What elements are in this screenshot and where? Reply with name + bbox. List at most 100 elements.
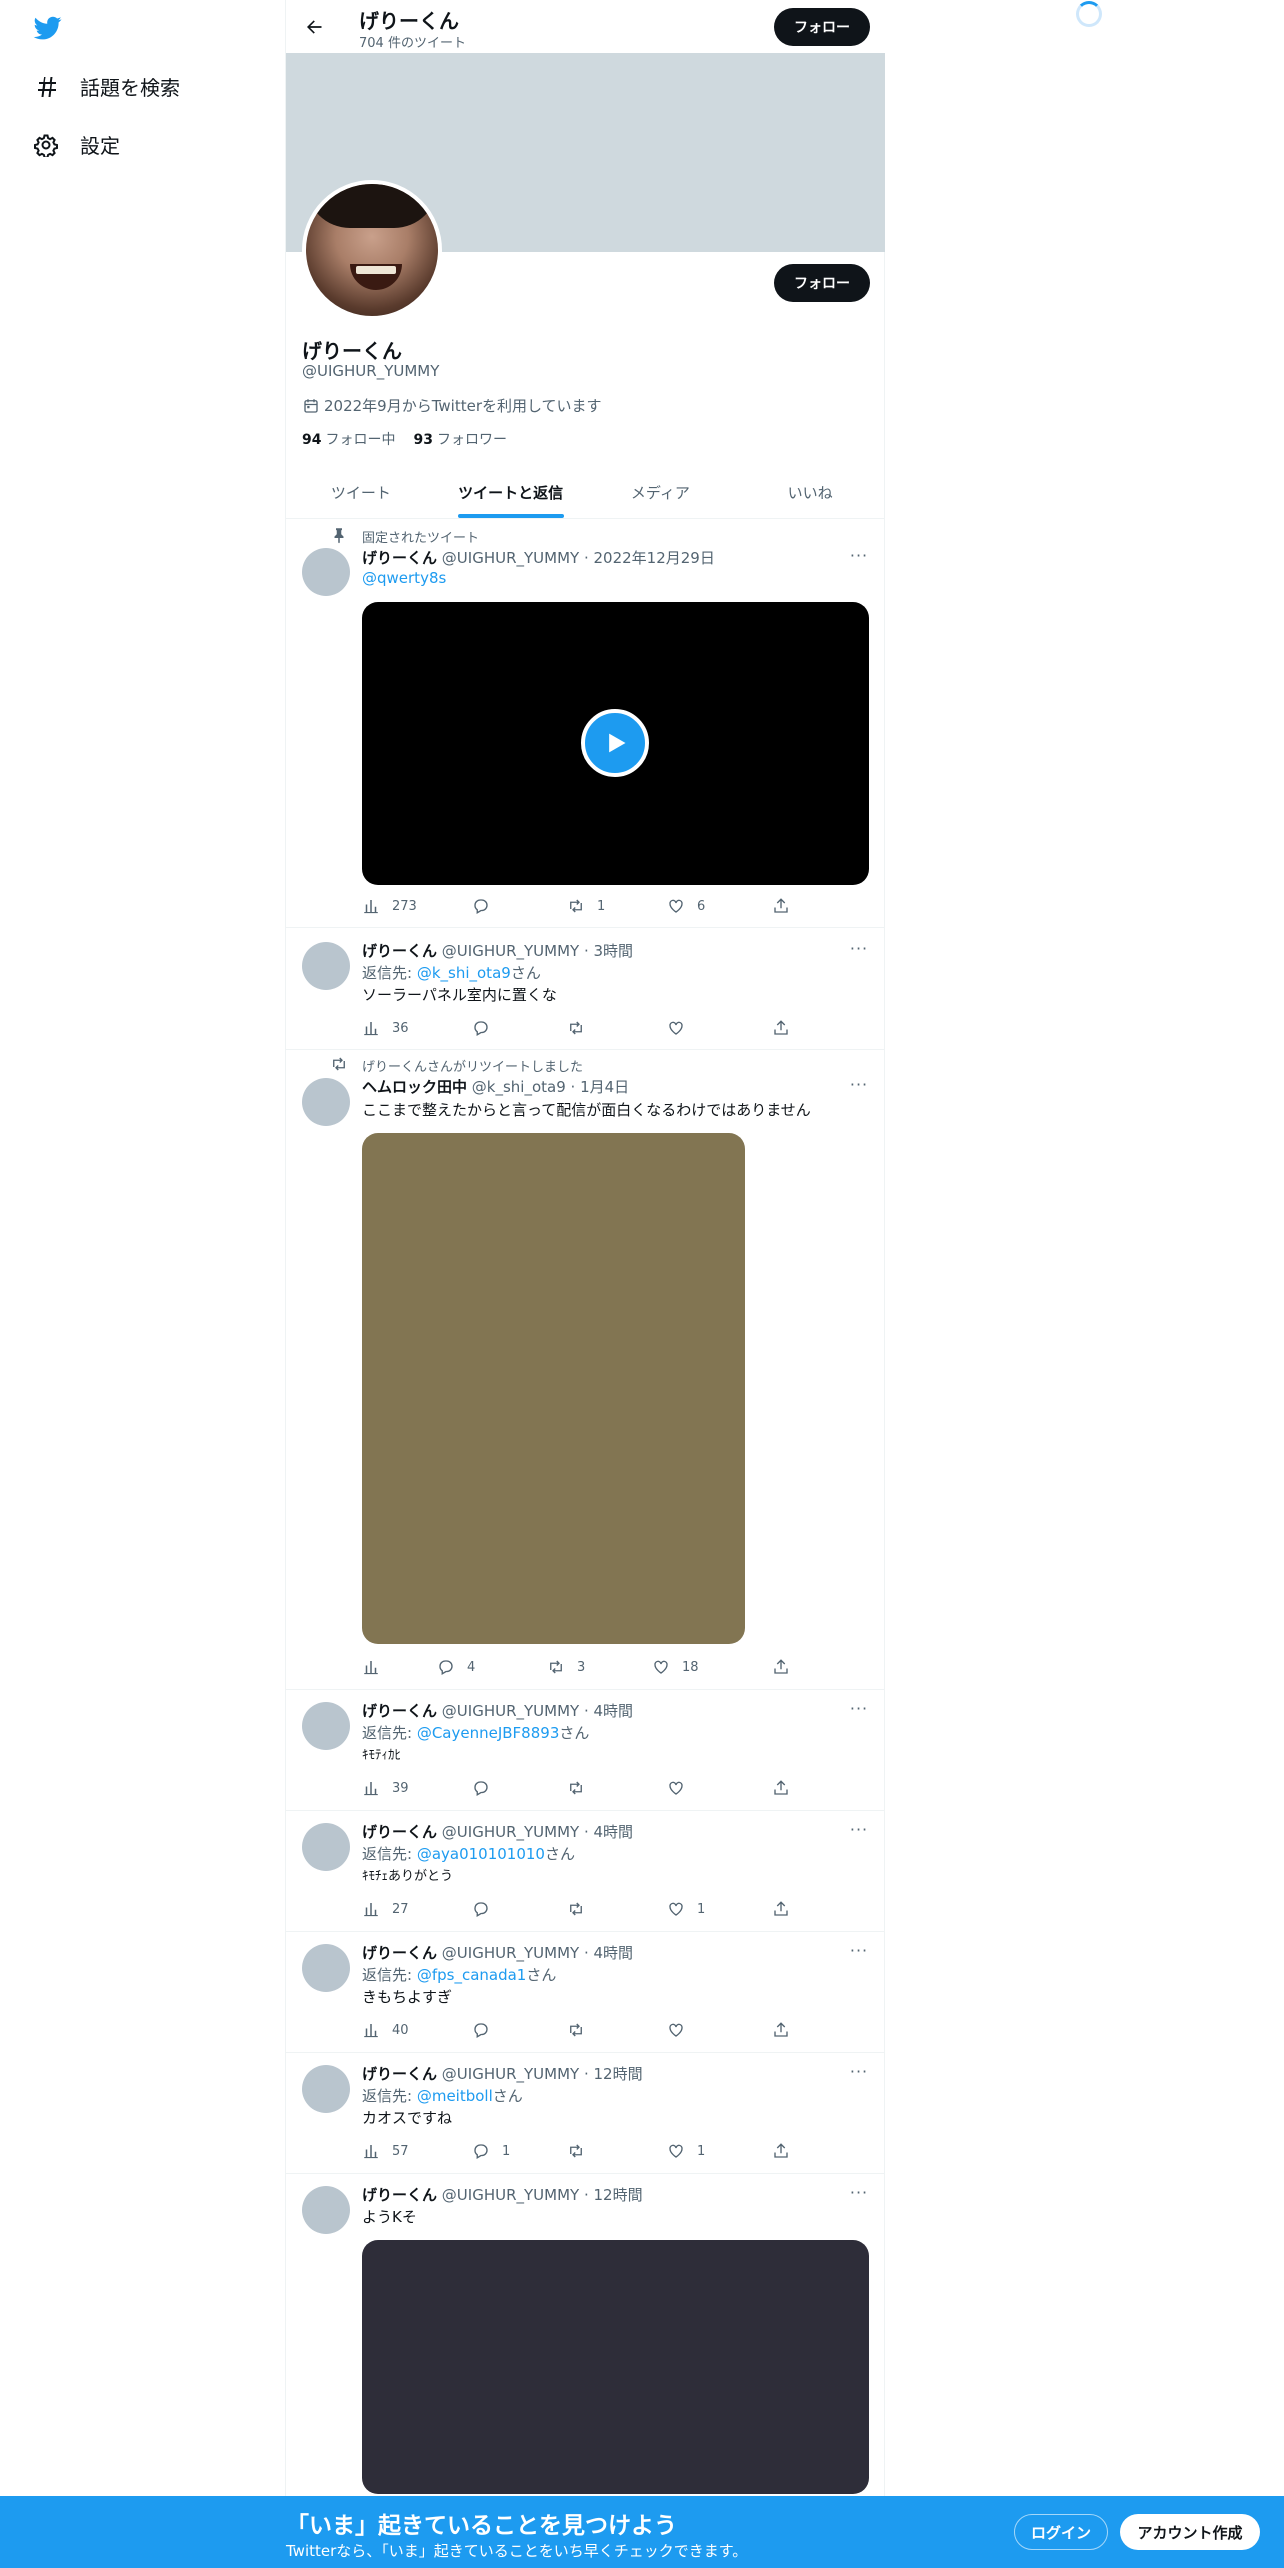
more-icon[interactable]: ··· (849, 2185, 869, 2207)
following-link[interactable]: 94 フォロー中 (302, 429, 395, 449)
avatar[interactable] (302, 2186, 350, 2234)
views-button[interactable]: 27 (362, 1899, 409, 1919)
retweet-button[interactable] (567, 2141, 597, 2161)
retweet-button[interactable] (567, 1899, 597, 1919)
author-name[interactable]: げりーくん (362, 1944, 437, 1962)
retweet-button[interactable] (567, 2020, 597, 2040)
reply-to-link[interactable]: @k_shi_ota9 (417, 964, 511, 982)
tweet[interactable]: げりーくん @UIGHUR_YUMMY · 12時間 ··· 返信先: @mei… (286, 2053, 885, 2174)
views-button[interactable]: 39 (362, 1778, 409, 1798)
reply-button[interactable] (472, 1778, 502, 1798)
views-button[interactable]: 273 (362, 896, 417, 916)
tab-tweets-and-replies[interactable]: ツイートと返信 (436, 466, 586, 518)
more-icon[interactable]: ··· (849, 1943, 869, 1965)
reply-button[interactable]: 1 (472, 2141, 510, 2161)
like-button[interactable] (667, 2020, 697, 2040)
views-button[interactable]: 40 (362, 2020, 409, 2040)
author-name[interactable]: げりーくん (362, 2186, 437, 2204)
author-name[interactable]: げりーくん (362, 942, 437, 960)
tweet-image[interactable] (362, 1133, 745, 1644)
reply-to-link[interactable]: @CayenneJBF8893 (417, 1724, 560, 1742)
reply-button[interactable] (472, 2020, 502, 2040)
header-follow-button[interactable]: フォロー (774, 8, 870, 46)
followers-link[interactable]: 93 フォロワー (413, 429, 506, 449)
like-button[interactable] (667, 1778, 697, 1798)
author-name[interactable]: げりーくん (362, 2065, 437, 2083)
more-icon[interactable]: ··· (849, 2064, 869, 2086)
avatar[interactable] (302, 942, 350, 990)
tweet[interactable]: げりーくん @UIGHUR_YUMMY · 3時間 ··· 返信先: @k_sh… (286, 928, 885, 1050)
tab-media[interactable]: メディア (586, 466, 736, 518)
analytics-icon (364, 2024, 378, 2038)
reply-button[interactable]: 4 (437, 1657, 475, 1677)
avatar[interactable] (302, 1702, 350, 1750)
reply-to-link[interactable]: @meitboll (417, 2087, 493, 2105)
share-icon (774, 2022, 788, 2037)
retweet-button[interactable]: 1 (567, 896, 605, 916)
avatar[interactable] (302, 1944, 350, 1992)
play-icon[interactable] (581, 709, 649, 777)
more-icon[interactable]: ··· (849, 548, 869, 570)
reply-icon (474, 2144, 488, 2159)
share-button[interactable] (772, 1778, 802, 1798)
tweet-pinned[interactable]: 固定されたツイート げりーくん @UIGHUR_YUMMY · 2022年12月… (286, 520, 885, 928)
share-button[interactable] (772, 1018, 802, 1038)
more-icon[interactable]: ··· (849, 1822, 869, 1844)
tab-tweets[interactable]: ツイート (286, 466, 436, 518)
retweet-context[interactable]: げりーくんさんがリツイートしました (362, 1056, 583, 1075)
author-name[interactable]: げりーくん (362, 1823, 437, 1841)
sidebar-item-explore[interactable]: 話題を検索 (34, 72, 180, 101)
more-icon[interactable]: ··· (849, 1701, 869, 1723)
like-button[interactable]: 1 (667, 1899, 705, 1919)
signup-button[interactable]: アカウント作成 (1120, 2514, 1260, 2550)
follow-button[interactable]: フォロー (774, 264, 870, 302)
share-button[interactable] (772, 1899, 802, 1919)
more-icon[interactable]: ··· (849, 941, 869, 963)
retweet-button[interactable]: 3 (547, 1657, 585, 1677)
reply-button[interactable] (472, 1018, 502, 1038)
retweet-button[interactable] (567, 1778, 597, 1798)
tweet[interactable]: げりーくん @UIGHUR_YUMMY · 4時間 ··· 返信先: @Caye… (286, 1690, 885, 1811)
tweet[interactable]: げりーくん @UIGHUR_YUMMY · 4時間 ··· 返信先: @fps_… (286, 1932, 885, 2053)
reply-prefix: 返信先: (362, 1724, 417, 1742)
followers-label: フォロワー (436, 432, 507, 448)
views-button[interactable]: 36 (362, 1018, 409, 1038)
like-button[interactable] (667, 1018, 697, 1038)
like-button[interactable]: 18 (652, 1657, 699, 1677)
author-name[interactable]: げりーくん (362, 549, 437, 567)
back-button[interactable] (300, 13, 328, 41)
like-button[interactable]: 1 (667, 2141, 705, 2161)
tweet[interactable]: げりーくん @UIGHUR_YUMMY · 4時間 ··· 返信先: @aya0… (286, 1811, 885, 1932)
retweet-button[interactable] (567, 1018, 597, 1038)
avatar[interactable] (302, 2065, 350, 2113)
share-button[interactable] (772, 2020, 802, 2040)
like-button[interactable]: 6 (667, 896, 705, 916)
reply-button[interactable] (472, 1899, 502, 1919)
share-button[interactable] (772, 2141, 802, 2161)
tweet-retweeted[interactable]: げりーくんさんがリツイートしました ヘムロック田中 @k_shi_ota9 · … (286, 1050, 885, 1690)
views-button[interactable] (362, 1657, 392, 1677)
reply-to-link[interactable]: @fps_canada1 (417, 1966, 527, 1984)
views-button[interactable]: 57 (362, 2141, 409, 2161)
tab-likes[interactable]: いいね (735, 466, 885, 518)
twitter-logo-icon[interactable] (32, 14, 64, 42)
login-button[interactable]: ログイン (1014, 2514, 1108, 2550)
share-button[interactable] (772, 896, 802, 916)
reply-button[interactable] (472, 896, 502, 916)
author-name[interactable]: げりーくん (362, 1702, 437, 1720)
more-icon[interactable]: ··· (849, 1077, 869, 1099)
retweet-icon (570, 899, 582, 913)
author-name[interactable]: ヘムロック田中 (362, 1078, 467, 1096)
avatar[interactable] (302, 1823, 350, 1871)
mention-link[interactable]: @qwerty8s (362, 569, 446, 587)
avatar[interactable] (302, 548, 350, 596)
avatar[interactable] (302, 1078, 350, 1126)
reply-to-link[interactable]: @aya010101010 (417, 1845, 545, 1863)
reply-prefix: 返信先: (362, 964, 417, 982)
tweet[interactable]: げりーくん @UIGHUR_YUMMY · 12時間 ··· ようKそ (286, 2174, 885, 2504)
tweet-image[interactable] (362, 2240, 869, 2494)
profile-avatar[interactable] (302, 180, 442, 320)
video-player[interactable] (362, 602, 869, 885)
sidebar-item-settings[interactable]: 設定 (34, 130, 120, 159)
share-button[interactable] (772, 1657, 802, 1677)
